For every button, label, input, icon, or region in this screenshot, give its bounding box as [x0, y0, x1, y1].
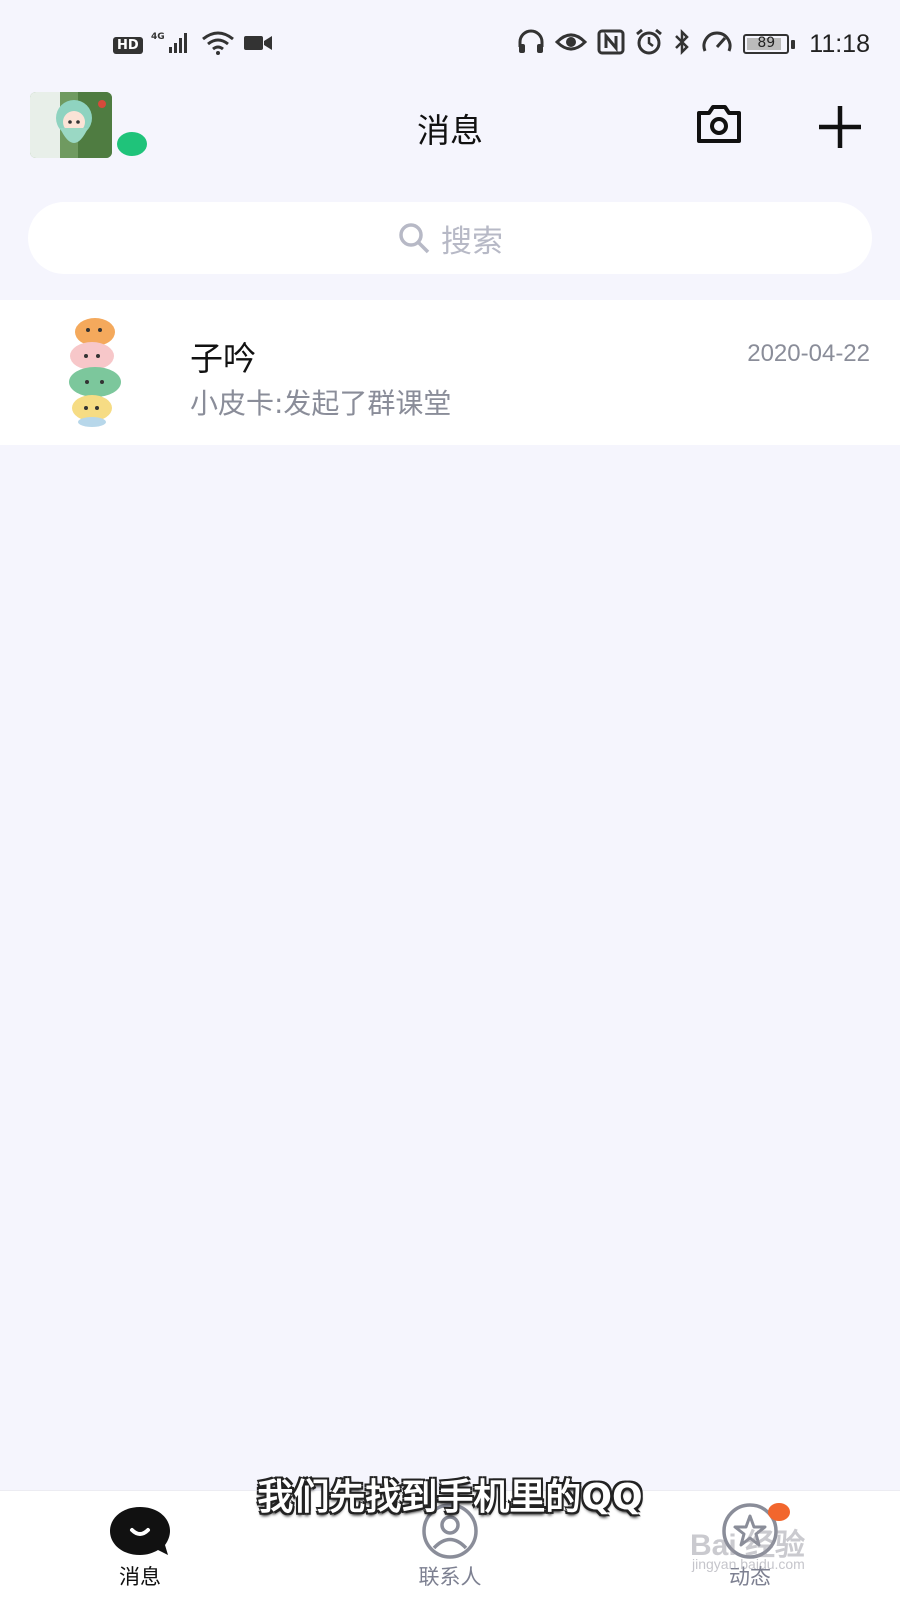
alarm-icon [635, 28, 663, 60]
camera-button[interactable] [696, 103, 742, 145]
conversation-time: 2020-04-22 [747, 340, 870, 367]
watermark-url: jingyan.baidu.com [692, 1556, 805, 1572]
header: 消息 [0, 90, 900, 180]
status-right: 89 11:18 [517, 28, 870, 60]
plus-icon [819, 106, 861, 148]
battery-cap [791, 39, 796, 49]
headphones-icon [517, 29, 545, 59]
video-subtitle: 我们先找到手机里的QQ [257, 1477, 643, 1518]
tab-label-messages: 消息 [119, 1565, 161, 1589]
search-input[interactable]: 搜索 [28, 202, 872, 274]
tab-label-contacts: 联系人 [418, 1565, 482, 1589]
status-left: HD 4G [113, 30, 273, 60]
bluetooth-icon [673, 28, 691, 60]
hd-badge: HD [113, 36, 143, 54]
camera-icon [697, 105, 741, 143]
battery-level: 89 [757, 35, 776, 51]
conversation-list: 子吟 小皮卡:发起了群课堂 2020-04-22 [0, 300, 900, 445]
page-title: 消息 [417, 111, 483, 150]
clock: 11:18 [809, 29, 870, 58]
wifi-icon [201, 31, 235, 59]
add-button[interactable] [815, 102, 865, 152]
group-avatar [62, 316, 128, 428]
svg-text:4G: 4G [151, 32, 165, 42]
conversation-name: 子吟 [190, 339, 256, 378]
eye-icon [555, 31, 588, 57]
video-call-icon [243, 33, 273, 57]
search-icon [399, 223, 430, 254]
status-bar: HD 4G 89 11:18 [0, 0, 900, 90]
conversation-preview: 小皮卡:发起了群课堂 [190, 387, 452, 420]
battery-icon: 89 [743, 34, 790, 54]
speed-gauge-icon [701, 29, 733, 59]
signal-icon: 4G [151, 30, 193, 60]
nfc-icon [597, 29, 625, 59]
conversation-item[interactable]: 子吟 小皮卡:发起了群课堂 2020-04-22 [0, 300, 900, 445]
search-placeholder: 搜索 [441, 223, 503, 260]
